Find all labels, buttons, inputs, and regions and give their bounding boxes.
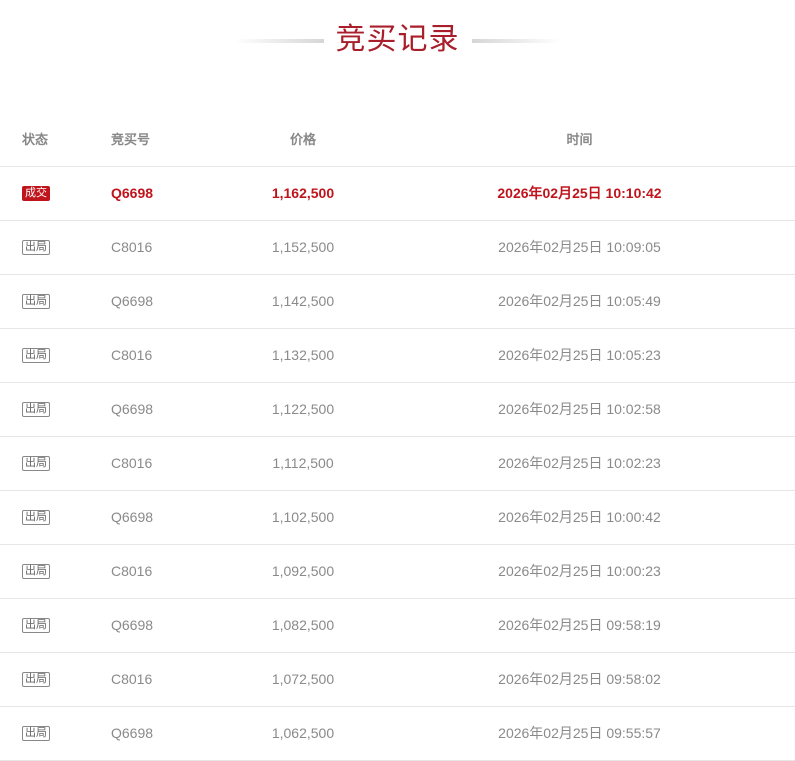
table-row: 出局 C8016 1,112,500 2026年02月25日 10:02:23 xyxy=(0,436,795,491)
status-badge: 出局 xyxy=(22,348,50,364)
status-badge: 出局 xyxy=(22,726,50,742)
bid-number-cell: Q6698 xyxy=(110,382,242,437)
time-cell: 2026年02月25日 10:10:42 xyxy=(364,166,795,221)
bid-number-cell: Q6698 xyxy=(110,598,242,653)
table-row: 出局 Q6698 1,122,500 2026年02月25日 10:02:58 xyxy=(0,382,795,437)
status-badge: 出局 xyxy=(22,456,50,472)
time-cell: 2026年02月25日 09:58:19 xyxy=(364,598,795,653)
status-cell: 出局 xyxy=(0,382,110,437)
price-cell: 1,062,500 xyxy=(242,706,364,761)
price-cell: 1,072,500 xyxy=(242,652,364,707)
status-badge: 出局 xyxy=(22,510,50,526)
bid-number-cell: Q6698 xyxy=(110,274,242,329)
time-cell: 2026年02月25日 10:00:23 xyxy=(364,544,795,599)
column-header-time: 时间 xyxy=(364,82,795,167)
table-row: 出局 C8016 1,092,500 2026年02月25日 10:00:23 xyxy=(0,544,795,599)
page-title: 竞买记录 xyxy=(335,22,460,57)
status-cell: 出局 xyxy=(0,544,110,599)
bid-number-cell: C8016 xyxy=(110,544,242,599)
time-cell: 2026年02月25日 09:55:57 xyxy=(364,706,795,761)
status-badge: 出局 xyxy=(22,240,50,256)
column-header-price: 价格 xyxy=(242,82,364,167)
time-cell: 2026年02月25日 10:05:49 xyxy=(364,274,795,329)
price-cell: 1,132,500 xyxy=(242,328,364,383)
time-cell: 2026年02月25日 10:00:42 xyxy=(364,490,795,545)
table-row: 出局 C8016 1,072,500 2026年02月25日 09:58:02 xyxy=(0,652,795,707)
status-cell: 出局 xyxy=(0,274,110,329)
title-divider-left xyxy=(233,39,324,43)
bid-number-cell: C8016 xyxy=(110,652,242,707)
status-cell: 出局 xyxy=(0,490,110,545)
column-header-bid-number: 竞买号 xyxy=(110,82,242,167)
table-row: 出局 C8016 1,132,500 2026年02月25日 10:05:23 xyxy=(0,328,795,383)
bid-number-cell: C8016 xyxy=(110,220,242,275)
table-row: 出局 C8016 1,152,500 2026年02月25日 10:09:05 xyxy=(0,220,795,275)
column-header-status: 状态 xyxy=(0,82,110,167)
price-cell: 1,152,500 xyxy=(242,220,364,275)
time-cell: 2026年02月25日 10:05:23 xyxy=(364,328,795,383)
status-cell: 出局 xyxy=(0,706,110,761)
status-cell: 出局 xyxy=(0,328,110,383)
status-badge: 出局 xyxy=(22,294,50,310)
price-cell: 1,092,500 xyxy=(242,544,364,599)
section-header: 竞买记录 xyxy=(0,0,795,82)
time-cell: 2026年02月25日 10:02:58 xyxy=(364,382,795,437)
title-divider-right xyxy=(471,39,562,43)
price-cell: 1,162,500 xyxy=(242,166,364,221)
price-cell: 1,142,500 xyxy=(242,274,364,329)
time-cell: 2026年02月25日 10:09:05 xyxy=(364,220,795,275)
price-cell: 1,082,500 xyxy=(242,598,364,653)
price-cell: 1,112,500 xyxy=(242,436,364,491)
status-cell: 成交 xyxy=(0,166,110,221)
table-row: 出局 Q6698 1,142,500 2026年02月25日 10:05:49 xyxy=(0,274,795,329)
status-cell: 出局 xyxy=(0,220,110,275)
status-badge: 出局 xyxy=(22,672,50,688)
bid-number-cell: C8016 xyxy=(110,436,242,491)
time-cell: 2026年02月25日 09:58:02 xyxy=(364,652,795,707)
price-cell: 1,102,500 xyxy=(242,490,364,545)
bid-number-cell: Q6698 xyxy=(110,706,242,761)
bid-number-cell: Q6698 xyxy=(110,490,242,545)
time-cell: 2026年02月25日 10:02:23 xyxy=(364,436,795,491)
status-cell: 出局 xyxy=(0,436,110,491)
status-badge: 出局 xyxy=(22,618,50,634)
price-cell: 1,122,500 xyxy=(242,382,364,437)
status-badge: 出局 xyxy=(22,564,50,580)
table-header-row: 状态 竞买号 价格 时间 xyxy=(0,82,795,167)
table-row: 成交 Q6698 1,162,500 2026年02月25日 10:10:42 xyxy=(0,166,795,221)
table-row: 出局 Q6698 1,102,500 2026年02月25日 10:00:42 xyxy=(0,490,795,545)
bid-number-cell: Q6698 xyxy=(110,166,242,221)
bid-record-table: 状态 竞买号 价格 时间 成交 Q6698 1,162,500 2026年02月25日… xyxy=(0,82,795,761)
bid-number-cell: C8016 xyxy=(110,328,242,383)
table-row: 出局 Q6698 1,062,500 2026年02月25日 09:55:57 xyxy=(0,706,795,761)
table-row: 出局 Q6698 1,082,500 2026年02月25日 09:58:19 xyxy=(0,598,795,653)
status-badge: 出局 xyxy=(22,402,50,418)
status-badge: 成交 xyxy=(22,186,50,202)
status-cell: 出局 xyxy=(0,652,110,707)
status-cell: 出局 xyxy=(0,598,110,653)
